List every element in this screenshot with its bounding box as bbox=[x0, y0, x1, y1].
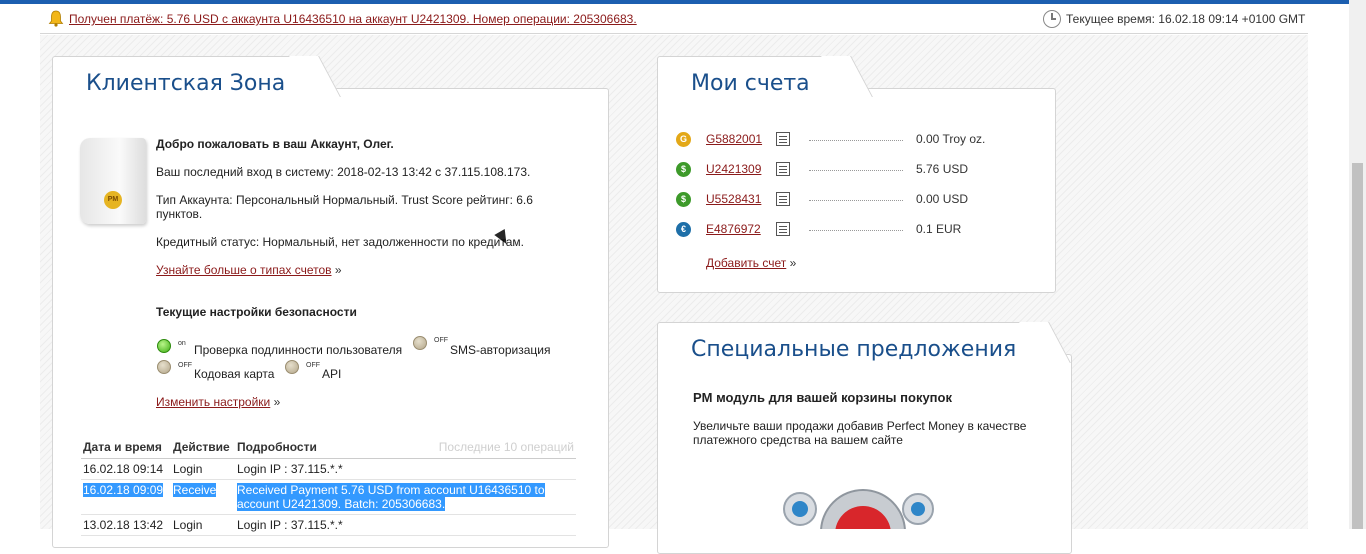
pm-logo-icon: PM bbox=[104, 191, 122, 209]
account-balance: 5.76 USD bbox=[916, 162, 969, 176]
table-row[interactable]: 13.02.18 13:42 Login Login IP : 37.115.*… bbox=[81, 514, 576, 536]
raquo: » bbox=[334, 263, 342, 277]
row-details: Login IP : 37.115.*.* bbox=[235, 514, 576, 536]
notification-bar: Получен платёж: 5.76 USD с аккаунта U164… bbox=[40, 4, 1308, 34]
shopping-cart-module-illustration bbox=[783, 489, 934, 529]
table-row[interactable]: 16.02.18 09:09 Receive Received Payment … bbox=[81, 479, 576, 515]
clock-icon bbox=[1043, 10, 1061, 28]
security-state-label: OFF bbox=[306, 362, 320, 369]
dotted-leader bbox=[809, 140, 903, 141]
security-item-sms[interactable]: SMS-авторизация bbox=[450, 343, 550, 357]
bell-icon bbox=[48, 10, 64, 27]
row-action: Login bbox=[171, 458, 235, 480]
row-details: Login IP : 37.115.*.* bbox=[235, 458, 576, 480]
security-off-indicator-icon bbox=[157, 360, 171, 374]
wallet-image bbox=[80, 138, 146, 224]
usd-coin-icon: $ bbox=[676, 192, 691, 207]
security-state-label: on bbox=[178, 340, 186, 347]
security-off-indicator-icon bbox=[413, 336, 427, 350]
last-login-text: Ваш последний вход в систему: 2018-02-13… bbox=[156, 165, 531, 179]
account-link[interactable]: U5528431 bbox=[706, 192, 761, 206]
add-account-row: Добавить счет » bbox=[706, 256, 796, 270]
row-date: 16.02.18 09:14 bbox=[81, 458, 171, 480]
column-header-date: Дата и время bbox=[81, 438, 171, 459]
row-details: Received Payment 5.76 USD from account U… bbox=[235, 479, 576, 515]
offer-description: Увеличьте ваши продажи добавив Perfect M… bbox=[693, 419, 1027, 447]
learn-more-row: Узнайте больше о типах счетов » bbox=[156, 263, 342, 277]
offers-title: Специальные предложения bbox=[691, 337, 1017, 362]
security-item-code-card[interactable]: Кодовая карта bbox=[194, 367, 274, 381]
row-date: 13.02.18 13:42 bbox=[81, 514, 171, 536]
dotted-leader bbox=[809, 200, 903, 201]
account-link[interactable]: G5882001 bbox=[706, 132, 762, 146]
raquo: » bbox=[273, 395, 281, 409]
statement-icon[interactable] bbox=[776, 162, 790, 176]
client-zone-title: Клиентская Зона bbox=[86, 71, 286, 96]
row-action: Receive bbox=[171, 479, 235, 515]
row-details-text: Received Payment 5.76 USD from account U… bbox=[237, 483, 545, 511]
learn-more-link[interactable]: Узнайте больше о типах счетов bbox=[156, 263, 332, 277]
column-header-action: Действие bbox=[171, 438, 235, 459]
column-header-details: Подробности bbox=[235, 438, 395, 459]
security-on-indicator-icon bbox=[157, 339, 171, 353]
account-row: $ U2421309 5.76 USD bbox=[676, 162, 1016, 182]
scrollbar-thumb[interactable] bbox=[1352, 163, 1363, 529]
table-header-row: Дата и время Действие Подробности Послед… bbox=[81, 438, 576, 459]
security-state-label: OFF bbox=[434, 337, 448, 344]
operations-table: Дата и время Действие Подробности Послед… bbox=[81, 438, 576, 536]
dotted-leader bbox=[809, 230, 903, 231]
raquo: » bbox=[789, 256, 797, 270]
security-item-user-auth[interactable]: Проверка подлинности пользователя bbox=[194, 343, 402, 357]
current-time: Текущее время: 16.02.18 09:14 +0100 GMT bbox=[1066, 12, 1306, 26]
row-date: 16.02.18 09:09 bbox=[81, 479, 171, 515]
statement-icon[interactable] bbox=[776, 222, 790, 236]
account-link[interactable]: E4876972 bbox=[706, 222, 761, 236]
account-balance: 0.00 USD bbox=[916, 192, 969, 206]
last-ops-label[interactable]: Последние 10 операций bbox=[395, 438, 576, 459]
account-balance: 0.00 Troy oz. bbox=[916, 132, 986, 146]
account-row: € E4876972 0.1 EUR bbox=[676, 222, 1016, 242]
welcome-text: Добро пожаловать в ваш Аккаунт, Олег. bbox=[156, 137, 394, 151]
eur-coin-icon: € bbox=[676, 222, 691, 237]
change-settings-link[interactable]: Изменить настройки bbox=[156, 395, 270, 409]
security-heading: Текущие настройки безопасности bbox=[156, 305, 357, 319]
payment-notice-link[interactable]: Получен платёж: 5.76 USD с аккаунта U164… bbox=[69, 12, 637, 26]
usd-coin-icon: $ bbox=[676, 162, 691, 177]
statement-icon[interactable] bbox=[776, 132, 790, 146]
row-action-text: Receive bbox=[173, 483, 217, 497]
statement-icon[interactable] bbox=[776, 192, 790, 206]
row-date-text: 16.02.18 09:09 bbox=[83, 483, 164, 497]
security-state-label: OFF bbox=[178, 362, 192, 369]
account-row: $ U5528431 0.00 USD bbox=[676, 192, 1016, 212]
security-off-indicator-icon bbox=[285, 360, 299, 374]
offer-heading: PM модуль для вашей корзины покупок bbox=[693, 390, 952, 405]
accounts-title: Мои счета bbox=[691, 71, 810, 96]
row-action: Login bbox=[171, 514, 235, 536]
add-account-link[interactable]: Добавить счет bbox=[706, 256, 786, 270]
account-type-text: Тип Аккаунта: Персональный Нормальный. T… bbox=[156, 193, 533, 221]
security-item-api[interactable]: API bbox=[322, 367, 341, 381]
table-row[interactable]: 16.02.18 09:14 Login Login IP : 37.115.*… bbox=[81, 458, 576, 480]
dotted-leader bbox=[809, 170, 903, 171]
account-row: G G5882001 0.00 Troy oz. bbox=[676, 132, 1016, 152]
change-settings-row: Изменить настройки » bbox=[156, 395, 280, 409]
gold-coin-icon: G bbox=[676, 132, 691, 147]
account-balance: 0.1 EUR bbox=[916, 222, 962, 236]
account-link[interactable]: U2421309 bbox=[706, 162, 761, 176]
credit-status-text: Кредитный статус: Нормальный, нет задолж… bbox=[156, 235, 524, 249]
